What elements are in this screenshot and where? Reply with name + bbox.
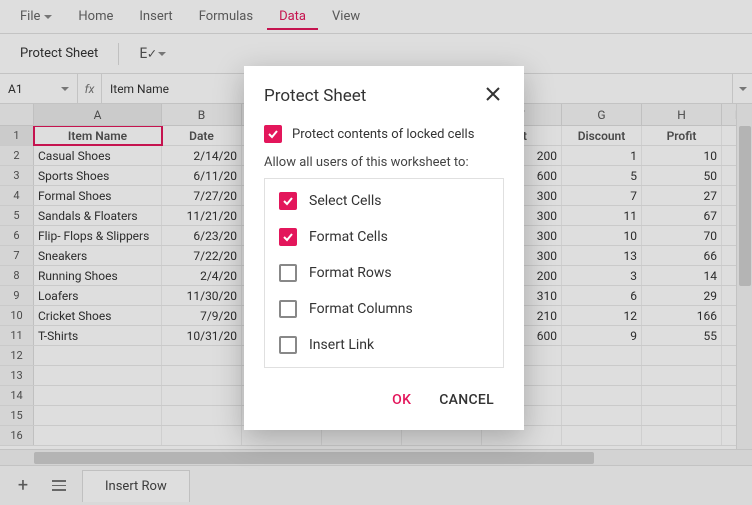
protect-contents-checkbox-row[interactable]: Protect contents of locked cells bbox=[264, 125, 504, 143]
ok-button[interactable]: OK bbox=[388, 386, 415, 414]
check-icon bbox=[267, 128, 279, 140]
permission-checkbox[interactable] bbox=[279, 300, 297, 318]
permission-checkbox[interactable] bbox=[279, 228, 297, 246]
permission-item[interactable]: Format Cells bbox=[265, 219, 503, 255]
permission-checkbox[interactable] bbox=[279, 192, 297, 210]
check-icon bbox=[282, 231, 294, 243]
close-icon bbox=[486, 87, 500, 101]
permission-label: Format Rows bbox=[309, 265, 392, 281]
check-icon bbox=[282, 195, 294, 207]
permission-item[interactable]: Format Rows bbox=[265, 255, 503, 291]
permissions-list: Select Cells Format Cells Format Rows Forma… bbox=[264, 178, 504, 368]
permission-item[interactable]: Format Columns bbox=[265, 291, 503, 327]
permission-label: Format Cells bbox=[309, 229, 388, 245]
dialog-title: Protect Sheet bbox=[264, 86, 366, 106]
cancel-button[interactable]: CANCEL bbox=[435, 386, 498, 414]
permission-checkbox[interactable] bbox=[279, 336, 297, 354]
protect-contents-label: Protect contents of locked cells bbox=[292, 127, 474, 142]
permission-item[interactable]: Insert Link bbox=[265, 327, 503, 363]
protect-contents-checkbox[interactable] bbox=[264, 125, 282, 143]
permission-checkbox[interactable] bbox=[279, 264, 297, 282]
allow-users-label: Allow all users of this worksheet to: bbox=[264, 155, 504, 170]
permission-item[interactable]: Select Cells bbox=[265, 183, 503, 219]
permission-label: Select Cells bbox=[309, 193, 382, 209]
dialog-close-button[interactable] bbox=[482, 84, 504, 107]
permission-label: Insert Link bbox=[309, 337, 374, 353]
permission-label: Format Columns bbox=[309, 301, 413, 317]
protect-sheet-dialog: Protect Sheet Protect contents of locked… bbox=[244, 66, 524, 430]
